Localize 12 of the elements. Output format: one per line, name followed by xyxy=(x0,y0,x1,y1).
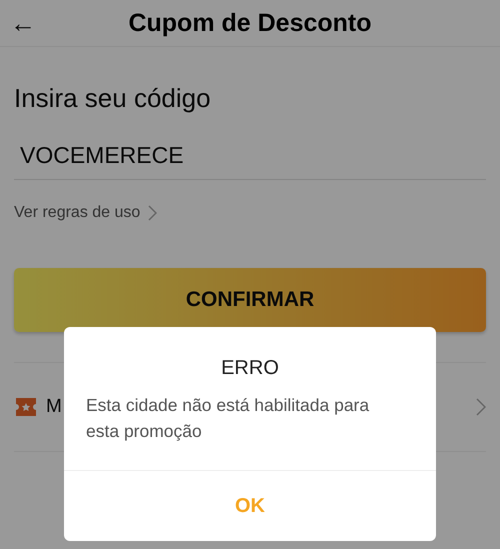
code-input[interactable]: VOCEMERECE xyxy=(14,138,486,180)
chevron-icon xyxy=(476,398,486,416)
rules-link[interactable]: Ver regras de uso xyxy=(14,204,140,222)
confirm-button[interactable]: CONFIRMAR xyxy=(14,268,486,332)
row-label: M xyxy=(46,396,62,418)
dialog-message: Esta cidade não está habilitada para esta promoção xyxy=(85,394,370,443)
back-button[interactable]: ← xyxy=(0,3,44,43)
code-label: Insira seu código xyxy=(14,83,212,114)
chevron-icon xyxy=(148,205,158,221)
page-title: Cupom de Desconto xyxy=(127,8,373,38)
ticket-icon xyxy=(14,397,38,417)
dialog-title: ERRO xyxy=(220,357,280,380)
